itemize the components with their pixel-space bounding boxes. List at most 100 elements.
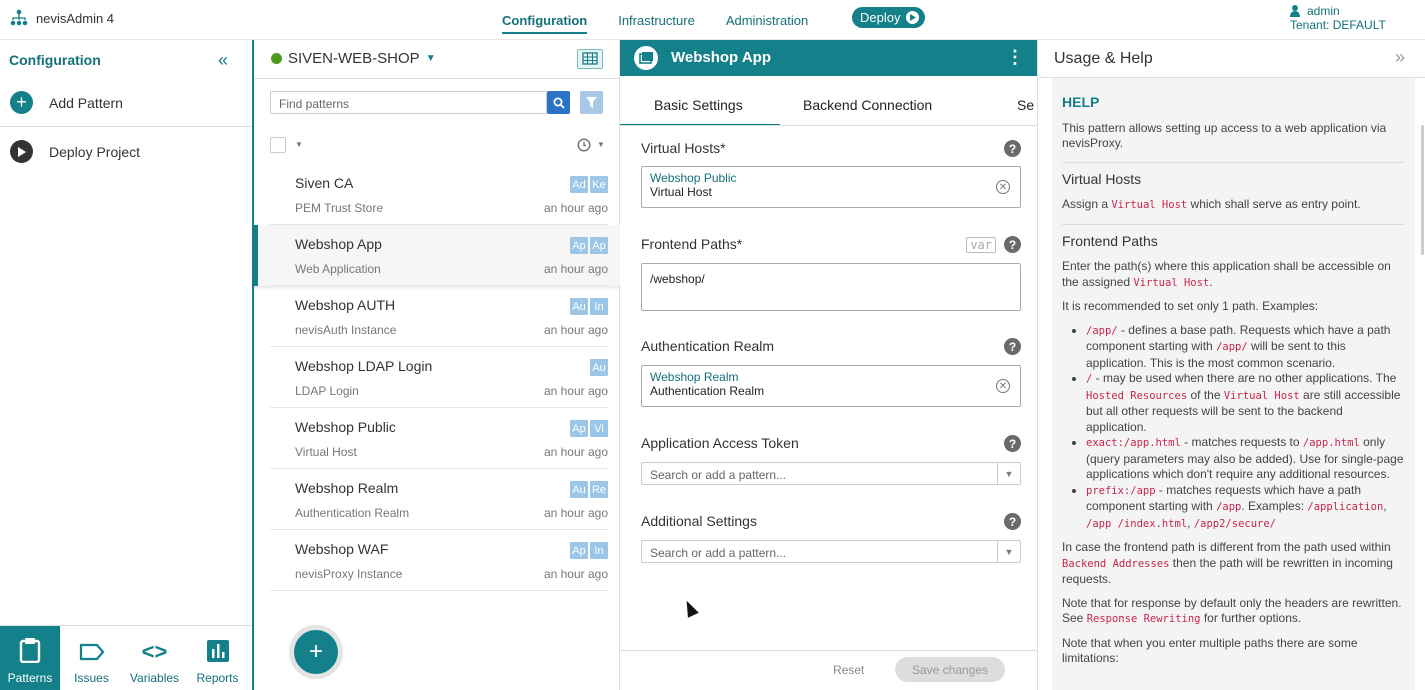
project-selector[interactable]: SIVEN-WEB-SHOP ▼ xyxy=(271,50,436,67)
pattern-name: Webshop WAF xyxy=(295,541,389,557)
top-bar: nevisAdmin 4 Configuration Infrastructur… xyxy=(0,0,1425,40)
nav-tab-infrastructure[interactable]: Infrastructure xyxy=(618,0,695,40)
pattern-name: Webshop App xyxy=(295,236,382,252)
help-icon[interactable]: ? xyxy=(1004,236,1021,253)
pattern-time: an hour ago xyxy=(543,201,608,215)
play-icon xyxy=(906,11,920,24)
auth-realm-chip[interactable]: Webshop Realm Authentication Realm ✕ xyxy=(641,365,1021,407)
variable-button[interactable]: var xyxy=(966,237,996,253)
pattern-badge: Au xyxy=(590,359,608,376)
caret-down-icon[interactable]: ▼ xyxy=(295,140,303,149)
app-logo[interactable]: nevisAdmin 4 xyxy=(10,9,114,27)
pattern-list-item-selected[interactable]: Webshop App Web Application an hour ago … xyxy=(254,225,620,286)
pattern-time: an hour ago xyxy=(543,445,608,459)
tab-more[interactable]: Se xyxy=(1017,97,1034,113)
selection-bar xyxy=(254,225,258,286)
select-all-checkbox[interactable] xyxy=(270,137,286,153)
find-patterns-input[interactable]: Find patterns xyxy=(270,91,547,114)
help-panel: Usage & Help » HELP This pattern allows … xyxy=(1039,40,1425,690)
more-menu-icon[interactable]: ⋮ xyxy=(1006,47,1024,68)
save-changes-button[interactable]: Save changes xyxy=(895,657,1005,682)
frontend-paths-textarea[interactable]: /webshop/ xyxy=(641,263,1021,311)
dropdown-caret-icon[interactable]: ▼ xyxy=(997,541,1020,562)
nav-tab-administration[interactable]: Administration xyxy=(726,0,808,40)
table-view-icon[interactable] xyxy=(577,49,603,69)
pattern-badge: Ap xyxy=(570,237,588,254)
user-menu[interactable]: admin Tenant: DEFAULT xyxy=(1290,4,1386,32)
help-intro: This pattern allows setting up access to… xyxy=(1062,120,1387,151)
chip-name[interactable]: Webshop Realm xyxy=(650,370,1012,384)
deploy-button[interactable]: Deploy xyxy=(852,7,925,28)
frontend-paths-field: Frontend Paths* var ? /webshop/ xyxy=(641,236,1021,311)
help-icon[interactable]: ? xyxy=(1004,140,1021,157)
active-tab-indicator xyxy=(620,124,780,125)
virtual-hosts-label: Virtual Hosts* xyxy=(641,140,726,156)
pattern-list-item[interactable]: Siven CA PEM Trust Store an hour ago Ad K… xyxy=(254,164,620,225)
virtual-host-chip[interactable]: Webshop Public Virtual Host ✕ xyxy=(641,166,1021,208)
help-header: Usage & Help » xyxy=(1039,40,1425,78)
remove-icon[interactable]: ✕ xyxy=(996,180,1010,194)
project-header: SIVEN-WEB-SHOP ▼ xyxy=(254,40,619,79)
list-item: /app/ - defines a base path. Requests wh… xyxy=(1086,323,1405,372)
filter-button[interactable] xyxy=(580,91,603,114)
dropdown-caret-icon[interactable]: ▼ xyxy=(997,463,1020,484)
help-paragraph: It is recommended to set only 1 path. Ex… xyxy=(1062,299,1319,313)
pattern-type: PEM Trust Store xyxy=(295,201,384,215)
pattern-badge: In xyxy=(590,298,608,315)
bottom-nav: Patterns Issues <> Variables Reports xyxy=(0,625,252,690)
help-content: HELP This pattern allows setting up acce… xyxy=(1052,78,1415,690)
clock-icon[interactable] xyxy=(577,138,591,152)
nav-issues[interactable]: Issues xyxy=(60,626,123,690)
nav-variables[interactable]: <> Variables xyxy=(123,626,186,690)
search-button[interactable] xyxy=(547,91,570,114)
help-paragraph: Assign a Virtual Host which shall serve … xyxy=(1062,197,1361,211)
tab-basic-settings[interactable]: Basic Settings xyxy=(654,97,743,113)
help-icon[interactable]: ? xyxy=(1004,513,1021,530)
pattern-badge: In xyxy=(590,542,608,559)
nav-patterns[interactable]: Patterns xyxy=(0,626,60,690)
add-pattern-button[interactable]: + Add Pattern xyxy=(10,91,123,114)
pattern-list-item[interactable]: Webshop Realm Authentication Realm an ho… xyxy=(254,469,620,530)
editor-header: Webshop App ⋮ xyxy=(620,40,1037,76)
pattern-list-item[interactable]: Webshop AUTH nevisAuth Instance an hour … xyxy=(254,286,620,347)
help-paragraph: In case the frontend path is different f… xyxy=(1062,540,1393,586)
nav-variables-label: Variables xyxy=(129,671,180,685)
frontend-paths-label: Frontend Paths* xyxy=(641,236,743,252)
add-pattern-fab[interactable]: + xyxy=(294,630,338,674)
auth-realm-label: Authentication Realm xyxy=(641,338,775,354)
chip-name[interactable]: Webshop Public xyxy=(650,171,1012,185)
deploy-project-button[interactable]: Deploy Project xyxy=(10,140,140,163)
pattern-badge: Re xyxy=(590,481,608,498)
collapse-left-icon[interactable]: « xyxy=(218,50,228,71)
help-section-title: Virtual Hosts xyxy=(1062,161,1405,188)
auth-realm-field: Authentication Realm ? Webshop Realm Aut… xyxy=(641,338,1021,407)
nav-tab-configuration[interactable]: Configuration xyxy=(502,0,588,40)
sort-caret-icon[interactable]: ▼ xyxy=(597,140,605,149)
pattern-badge: Ap xyxy=(570,542,588,559)
network-icon xyxy=(10,9,28,26)
virtual-hosts-field: Virtual Hosts* ? Webshop Public Virtual … xyxy=(641,140,1021,208)
additional-settings-select[interactable]: Search or add a pattern... ▼ xyxy=(641,540,1021,563)
tab-backend-connection[interactable]: Backend Connection xyxy=(803,97,932,113)
help-icon[interactable]: ? xyxy=(1004,435,1021,452)
access-token-placeholder: Search or add a pattern... xyxy=(650,468,787,482)
pattern-type: nevisProxy Instance xyxy=(295,567,403,581)
help-panel-title: Usage & Help xyxy=(1054,50,1153,67)
search-icon xyxy=(553,97,565,109)
pattern-list-item[interactable]: Webshop LDAP Login LDAP Login an hour ag… xyxy=(254,347,620,408)
help-icon[interactable]: ? xyxy=(1004,338,1021,355)
pattern-list-item[interactable]: Webshop WAF nevisProxy Instance an hour … xyxy=(254,530,620,591)
pattern-badge: Ad xyxy=(570,176,588,193)
reset-button[interactable]: Reset xyxy=(833,663,864,677)
nav-reports[interactable]: Reports xyxy=(186,626,249,690)
access-token-select[interactable]: Search or add a pattern... ▼ xyxy=(641,462,1021,485)
pattern-badge: Ap xyxy=(590,237,608,254)
status-dot xyxy=(271,53,282,64)
editor-footer: Reset Save changes xyxy=(620,650,1038,690)
pattern-time: an hour ago xyxy=(543,506,608,520)
remove-icon[interactable]: ✕ xyxy=(996,379,1010,393)
collapse-right-icon[interactable]: » xyxy=(1395,47,1405,68)
pattern-list-item[interactable]: Webshop Public Virtual Host an hour ago … xyxy=(254,408,620,469)
nav-patterns-label: Patterns xyxy=(7,671,53,685)
help-scrollbar[interactable] xyxy=(1421,125,1424,255)
